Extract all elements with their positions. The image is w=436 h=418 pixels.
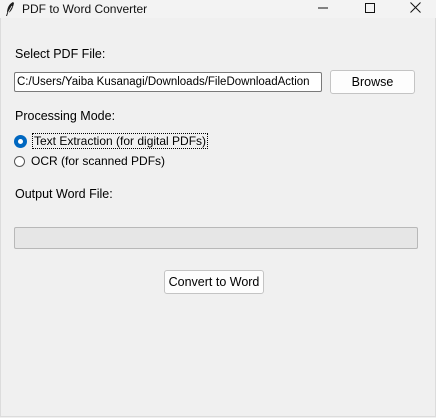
- close-icon: [409, 0, 421, 18]
- app-window: [0, 0, 436, 417]
- radio-ocr-label: OCR (for scanned PDFs): [31, 154, 166, 168]
- maximize-icon: [365, 0, 375, 18]
- select-pdf-label: Select PDF File:: [15, 47, 106, 61]
- convert-button[interactable]: Convert to Word: [164, 270, 264, 294]
- maximize-button[interactable]: [347, 0, 393, 18]
- title-bar[interactable]: PDF to Word Converter: [0, 0, 436, 18]
- radio-text-extraction-label: Text Extraction (for digital PDFs): [32, 133, 209, 149]
- browse-button[interactable]: Browse: [330, 70, 415, 94]
- minimize-icon: [318, 0, 328, 18]
- radio-selected-icon[interactable]: [14, 134, 27, 148]
- output-word-label: Output Word File:: [15, 187, 113, 201]
- radio-unselected-icon[interactable]: [14, 155, 25, 167]
- output-path-field[interactable]: [14, 227, 418, 249]
- feather-icon: [4, 1, 16, 17]
- pdf-path-field[interactable]: C:/Users/Yaiba Kusanagi/Downloads/FileDo…: [14, 72, 322, 92]
- radio-ocr[interactable]: OCR (for scanned PDFs): [14, 152, 166, 170]
- minimize-button[interactable]: [300, 0, 346, 18]
- window-title: PDF to Word Converter: [22, 2, 148, 16]
- close-button[interactable]: [392, 0, 436, 18]
- processing-mode-label: Processing Mode:: [15, 109, 116, 123]
- radio-text-extraction[interactable]: Text Extraction (for digital PDFs): [14, 132, 209, 150]
